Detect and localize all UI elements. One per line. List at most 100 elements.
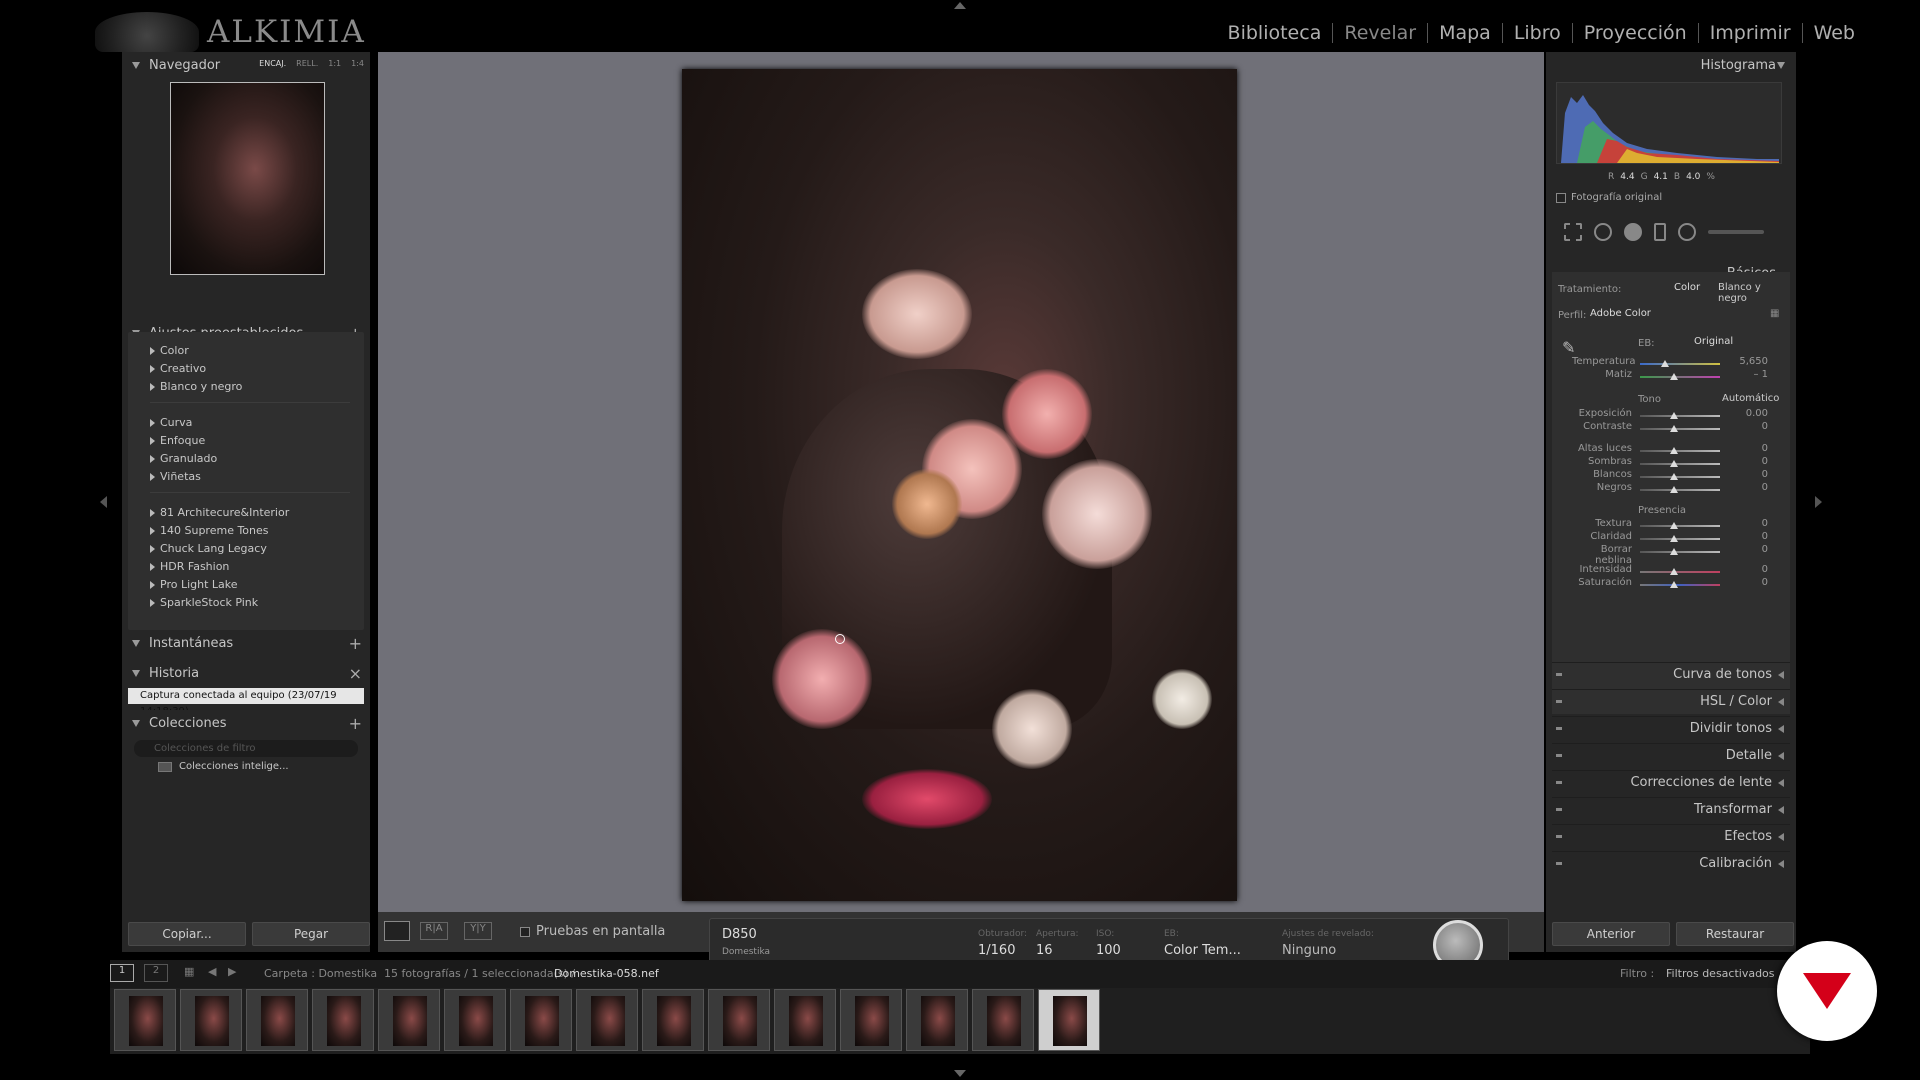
filmstrip-thumbnail[interactable] [246, 989, 308, 1051]
paste-button[interactable]: Pegar [252, 922, 370, 946]
filmstrip-thumbnail[interactable] [180, 989, 242, 1051]
tint-slider[interactable] [1640, 376, 1720, 378]
texture-knob[interactable] [1670, 522, 1678, 529]
add-collection-icon[interactable]: + [349, 714, 362, 733]
clear-history-icon[interactable]: × [349, 664, 362, 683]
smart-collections-item[interactable]: Colecciones intelige... [158, 761, 289, 772]
filename[interactable]: Domestika-058.nef [554, 967, 659, 980]
filmstrip-thumbnail[interactable] [378, 989, 440, 1051]
filmstrip-thumbnail[interactable] [510, 989, 572, 1051]
camera-select[interactable]: D850 [722, 927, 757, 942]
dehaze-slider[interactable] [1640, 551, 1720, 553]
before-after-split-icon[interactable]: Y|Y [464, 922, 492, 940]
filmstrip-thumbnail[interactable] [114, 989, 176, 1051]
clarity-knob[interactable] [1670, 535, 1678, 542]
copy-button[interactable]: Copiar... [128, 922, 246, 946]
main-screen-button[interactable]: 1 [110, 964, 134, 982]
module-imprimir[interactable]: Imprimir [1699, 22, 1802, 44]
profile-select[interactable]: Adobe Color [1590, 308, 1651, 319]
wb-capture-select[interactable]: Color Tem... [1164, 943, 1241, 958]
split-toning-panel[interactable]: Dividir tonos [1552, 716, 1790, 740]
forward-icon[interactable]: ▶ [228, 965, 236, 978]
saturation-slider[interactable] [1640, 584, 1720, 586]
clarity-slider[interactable] [1640, 538, 1720, 540]
history-header[interactable]: Historia × [122, 660, 370, 686]
folder-source[interactable]: Carpeta : Domestika [264, 967, 377, 980]
develop-settings-select[interactable]: Ninguno [1282, 943, 1336, 958]
texture-slider[interactable] [1640, 525, 1720, 527]
highlights-slider[interactable] [1640, 450, 1720, 452]
shadows-knob[interactable] [1670, 460, 1678, 467]
preset-folder[interactable]: Enfoque [150, 434, 205, 447]
iso-select[interactable]: 100 [1096, 943, 1121, 958]
transform-panel[interactable]: Transformar [1552, 797, 1790, 821]
filmstrip-thumbnail[interactable] [906, 989, 968, 1051]
original-photo-checkbox[interactable]: Fotografía original [1556, 192, 1662, 203]
zoom-fit[interactable]: ENCAJ. [259, 59, 286, 68]
preset-folder[interactable]: Chuck Lang Legacy [150, 542, 267, 555]
red-eye-icon[interactable] [1624, 223, 1642, 241]
temperature-slider[interactable] [1640, 363, 1720, 365]
filmstrip-thumbnail[interactable] [1038, 989, 1100, 1051]
histogram-header[interactable]: Histograma [1546, 52, 1794, 78]
second-screen-button[interactable]: 2 [144, 964, 168, 982]
vibrance-slider[interactable] [1640, 571, 1720, 573]
module-revelar[interactable]: Revelar [1333, 22, 1427, 44]
crop-icon[interactable] [1564, 223, 1582, 241]
filmstrip-thumbnail[interactable] [642, 989, 704, 1051]
filmstrip-thumbnail[interactable] [840, 989, 902, 1051]
zoom-1-4[interactable]: 1:4 [351, 59, 364, 68]
lens-corrections-panel[interactable]: Correcciones de lente [1552, 770, 1790, 794]
filmstrip-thumbnail[interactable] [312, 989, 374, 1051]
back-icon[interactable]: ◀ [208, 965, 216, 978]
wb-eyedropper-icon[interactable]: ✎ [1562, 338, 1575, 357]
preset-folder[interactable]: Viñetas [150, 470, 201, 483]
saturation-knob[interactable] [1670, 581, 1678, 588]
detail-panel[interactable]: Detalle [1552, 743, 1790, 767]
bottom-panel-toggle-icon[interactable] [954, 1070, 966, 1077]
exposure-knob[interactable] [1670, 412, 1678, 419]
shutter-select[interactable]: 1/160 [978, 943, 1015, 958]
navigator-header[interactable]: Navegador ENCAJ. RELL. 1:1 1:4 [122, 52, 370, 78]
top-panel-toggle-icon[interactable] [954, 2, 966, 9]
before-after-icon[interactable]: R|A [420, 922, 448, 940]
filter-select[interactable]: Filtros desactivados [1666, 967, 1775, 980]
tint-knob[interactable] [1670, 373, 1678, 380]
wb-select[interactable]: Original [1694, 336, 1733, 347]
contrast-slider[interactable] [1640, 428, 1720, 430]
hsl-color-panel[interactable]: HSL / Color [1552, 689, 1790, 713]
effects-panel[interactable]: Efectos [1552, 824, 1790, 848]
preset-folder[interactable]: HDR Fashion [150, 560, 229, 573]
right-panel-toggle-icon[interactable] [1815, 496, 1822, 508]
zoom-fill[interactable]: RELL. [296, 59, 318, 68]
main-photo[interactable] [682, 69, 1237, 901]
treatment-color[interactable]: Color [1674, 282, 1700, 293]
snapshots-header[interactable]: Instantáneas + [122, 630, 370, 656]
module-libro[interactable]: Libro [1503, 22, 1572, 44]
module-mapa[interactable]: Mapa [1428, 22, 1502, 44]
auto-tone-button[interactable]: Automático [1722, 393, 1779, 404]
preset-folder[interactable]: Granulado [150, 452, 217, 465]
histogram[interactable] [1556, 82, 1782, 164]
calibration-panel[interactable]: Calibración [1552, 851, 1790, 875]
filmstrip-thumbnail[interactable] [576, 989, 638, 1051]
profile-browser-icon[interactable]: ▦ [1770, 308, 1779, 319]
previous-button[interactable]: Anterior [1552, 922, 1670, 946]
whites-knob[interactable] [1670, 473, 1678, 480]
loupe-view-icon[interactable] [384, 921, 410, 941]
navigator-preview[interactable] [170, 82, 325, 275]
collections-header[interactable]: Colecciones + [122, 710, 370, 736]
blacks-knob[interactable] [1670, 486, 1678, 493]
blacks-slider[interactable] [1640, 489, 1720, 491]
highlights-knob[interactable] [1670, 447, 1678, 454]
preset-folder[interactable]: Curva [150, 416, 192, 429]
preset-folder[interactable]: Creativo [150, 362, 206, 375]
preset-folder[interactable]: Blanco y negro [150, 380, 242, 393]
preset-folder[interactable]: 81 Architecure&Interior [150, 506, 289, 519]
tone-curve-panel[interactable]: Curva de tonos [1552, 662, 1790, 686]
reset-button[interactable]: Restaurar [1676, 922, 1794, 946]
temperature-knob[interactable] [1661, 360, 1669, 367]
brush-slider[interactable] [1708, 230, 1764, 234]
soft-proof-checkbox[interactable] [520, 927, 530, 937]
zoom-1-1[interactable]: 1:1 [328, 59, 341, 68]
